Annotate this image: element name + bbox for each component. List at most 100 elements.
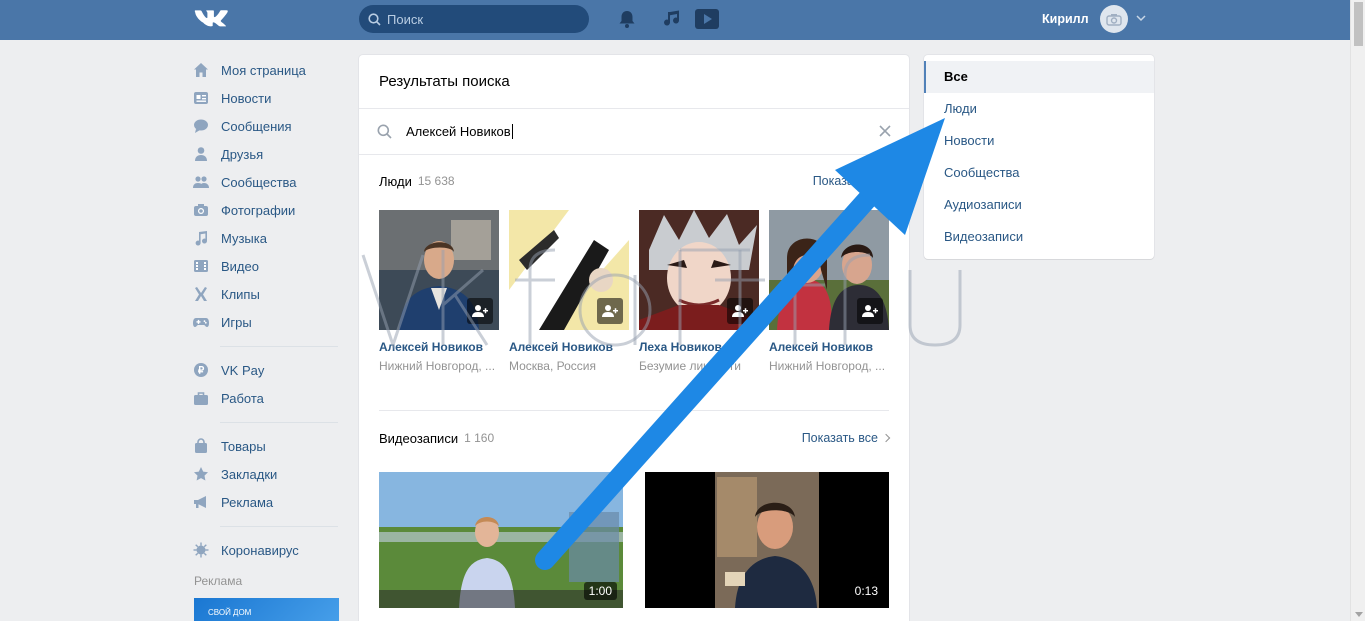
add-friend-button[interactable]: [727, 298, 753, 324]
nav-label: Новости: [221, 90, 272, 106]
person-name[interactable]: Леха Новиков: [639, 340, 759, 354]
section-divider: [379, 410, 889, 411]
show-all-label: Показать все: [801, 431, 878, 445]
filter-audio[interactable]: Аудиозаписи: [924, 189, 1154, 221]
nav-label: Видео: [221, 258, 259, 274]
person-card[interactable]: Леха Новиков Безумие личности: [639, 210, 759, 373]
search-icon: [377, 124, 392, 139]
video-thumbnail[interactable]: 1:00: [379, 472, 623, 608]
chevron-right-icon: [881, 433, 891, 442]
video-play-icon[interactable]: [695, 8, 719, 30]
video-thumbnail[interactable]: 0:13: [645, 472, 889, 608]
person-city: Нижний Новгород, ...: [769, 359, 886, 373]
top-header: Кирилл: [0, 0, 1350, 40]
camera-icon: [1106, 13, 1122, 26]
filter-communities[interactable]: Сообщества: [924, 157, 1154, 189]
videos-show-all-link[interactable]: Показать все: [801, 431, 891, 445]
avatar[interactable]: [1100, 5, 1128, 33]
search-input[interactable]: [387, 11, 567, 27]
nav-my-page[interactable]: Моя страница: [193, 56, 343, 84]
scrollbar-thumb[interactable]: [1354, 2, 1363, 46]
search-box[interactable]: [359, 5, 589, 33]
person-name[interactable]: Алексей Новиков: [379, 340, 499, 354]
bell-icon[interactable]: [617, 9, 637, 29]
nav-games[interactable]: Игры: [193, 308, 343, 336]
svg-text:₽: ₽: [198, 366, 205, 377]
nav-friends[interactable]: Друзья: [193, 140, 343, 168]
left-sidebar: Моя страница Новости Сообщения Друзья Со…: [193, 56, 343, 588]
nav-label: Друзья: [221, 146, 264, 162]
person-city: Нижний Новгород, ...: [379, 359, 496, 373]
videos-title: Видеозаписи: [379, 430, 459, 446]
filter-video[interactable]: Видеозаписи: [924, 221, 1154, 253]
ad-banner-text: СВОЙ ДОМ: [208, 608, 252, 617]
nav-label: Сообщения: [221, 118, 292, 134]
person-photo[interactable]: [379, 210, 499, 330]
nav-news[interactable]: Новости: [193, 84, 343, 112]
person-photo[interactable]: [639, 210, 759, 330]
search-filter-menu: Все Люди Новости Сообщества Аудиозаписи …: [924, 55, 1154, 259]
nav-music[interactable]: Музыка: [193, 224, 343, 252]
query-field[interactable]: Алексей Новиков: [359, 109, 909, 155]
add-friend-button[interactable]: [467, 298, 493, 324]
nav-label: Работа: [221, 390, 264, 406]
megaphone-icon: [193, 494, 209, 510]
vkpay-icon: ₽: [193, 362, 209, 378]
people-count: 15 638: [417, 174, 455, 188]
star-icon: [193, 466, 209, 482]
nav-photos[interactable]: Фотографии: [193, 196, 343, 224]
person-card[interactable]: Алексей Новиков Нижний Новгород, ...: [379, 210, 499, 373]
communities-icon: [193, 174, 209, 190]
scrollbar[interactable]: [1350, 0, 1365, 621]
person-photo[interactable]: [509, 210, 629, 330]
filter-news[interactable]: Новости: [924, 125, 1154, 157]
news-icon: [193, 90, 209, 106]
home-icon: [193, 62, 209, 78]
vk-logo[interactable]: [193, 8, 229, 30]
nav-goods[interactable]: Товары: [193, 432, 343, 460]
friends-icon: [193, 146, 209, 162]
nav-communities[interactable]: Сообщества: [193, 168, 343, 196]
nav-clips[interactable]: Клипы: [193, 280, 343, 308]
person-city: Москва, Россия: [509, 359, 596, 373]
people-section-header: Люди 15 638 Показать все: [359, 155, 909, 207]
person-card[interactable]: Алексей Новиков Москва, Россия: [509, 210, 629, 373]
chevron-down-icon[interactable]: [1136, 14, 1146, 22]
video-duration: 0:13: [849, 582, 883, 600]
close-icon[interactable]: [879, 125, 891, 137]
search-results-card: Результаты поиска Алексей Новиков Люди 1…: [359, 55, 909, 621]
person-photo[interactable]: [769, 210, 889, 330]
video-duration: 1:00: [583, 582, 617, 600]
add-friend-button[interactable]: [857, 298, 883, 324]
music-icon: [193, 230, 209, 246]
video-icon: [193, 258, 209, 274]
nav-vkpay[interactable]: ₽ VK Pay: [193, 356, 343, 384]
nav-jobs[interactable]: Работа: [193, 384, 343, 412]
nav-label: VK Pay: [221, 362, 265, 378]
search-icon: [368, 12, 381, 26]
videos-section-header: Видеозаписи 1 160 Показать все: [359, 412, 909, 464]
nav-messages[interactable]: Сообщения: [193, 112, 343, 140]
ad-banner[interactable]: СВОЙ ДОМ: [194, 598, 339, 621]
ads-label: Реклама: [194, 574, 243, 588]
music-icon[interactable]: [663, 9, 683, 29]
nav-label: Закладки: [221, 466, 278, 482]
scroll-down-arrow[interactable]: [1355, 612, 1363, 617]
username[interactable]: Кирилл: [1042, 12, 1089, 26]
people-show-all-link[interactable]: Показать все: [813, 174, 889, 188]
nav-ads[interactable]: Реклама: [193, 488, 343, 516]
nav-coronavirus[interactable]: Коронавирус: [193, 536, 343, 564]
bag-icon: [193, 438, 209, 454]
filter-all[interactable]: Все: [924, 61, 1154, 93]
query-text[interactable]: Алексей Новиков: [406, 124, 513, 139]
briefcase-icon: [193, 390, 209, 406]
person-card[interactable]: Алексей Новиков Нижний Новгород, ...: [769, 210, 889, 373]
person-name[interactable]: Алексей Новиков: [769, 340, 889, 354]
person-name[interactable]: Алексей Новиков: [509, 340, 629, 354]
add-friend-button[interactable]: [597, 298, 623, 324]
nav-video[interactable]: Видео: [193, 252, 343, 280]
nav-bookmarks[interactable]: Закладки: [193, 460, 343, 488]
filter-people[interactable]: Люди: [924, 93, 1154, 125]
nav-divider: [220, 422, 338, 423]
nav-divider: [220, 346, 338, 347]
